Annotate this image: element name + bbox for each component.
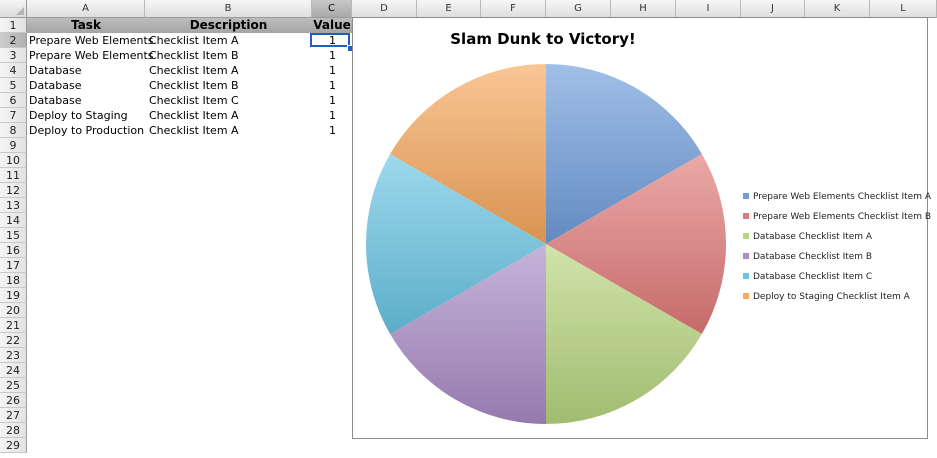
row-header-28[interactable]: 28: [0, 423, 27, 438]
chart-legend[interactable]: Prepare Web Elements Checklist Item A Pre…: [743, 187, 931, 307]
task-cell[interactable]: Prepare Web Elements: [29, 48, 154, 63]
legend-item[interactable]: Prepare Web Elements Checklist Item A: [743, 187, 931, 207]
legend-key-4: [743, 252, 749, 259]
legend-key-5: [743, 272, 749, 279]
row-header-4[interactable]: 4: [0, 63, 27, 78]
value-cell[interactable]: 1: [312, 93, 336, 108]
row-header-10[interactable]: 10: [0, 153, 27, 168]
select-all-corner[interactable]: [0, 0, 27, 18]
legend-key-2: [743, 212, 749, 219]
description-cell[interactable]: Checklist Item A: [149, 108, 239, 123]
column-header-f[interactable]: F: [481, 0, 546, 18]
row-header-23[interactable]: 23: [0, 348, 27, 363]
description-cell[interactable]: Checklist Item A: [149, 33, 239, 48]
column-header-i[interactable]: I: [676, 0, 741, 18]
description-cell[interactable]: Checklist Item B: [149, 78, 239, 93]
column-header-h[interactable]: H: [611, 0, 676, 18]
row-header-14[interactable]: 14: [0, 213, 27, 228]
active-cell-c2[interactable]: [310, 33, 350, 47]
row-header-25[interactable]: 25: [0, 378, 27, 393]
task-cell[interactable]: Database: [29, 78, 82, 93]
legend-label: Prepare Web Elements Checklist Item B: [753, 212, 932, 222]
row-header-17[interactable]: 17: [0, 258, 27, 273]
legend-item[interactable]: Database Checklist Item C: [743, 267, 931, 287]
row-header-16[interactable]: 16: [0, 243, 27, 258]
row-header-15[interactable]: 15: [0, 228, 27, 243]
task-cell[interactable]: Database: [29, 63, 82, 78]
value-cell[interactable]: 1: [312, 63, 336, 78]
column-header-j[interactable]: J: [741, 0, 805, 18]
row-header-27[interactable]: 27: [0, 408, 27, 423]
row-header-18[interactable]: 18: [0, 273, 27, 288]
description-cell[interactable]: Checklist Item C: [149, 93, 239, 108]
legend-label: Database Checklist Item A: [753, 232, 873, 242]
row-header-26[interactable]: 26: [0, 393, 27, 408]
legend-item[interactable]: Database Checklist Item B: [743, 247, 931, 267]
header-description[interactable]: Description: [145, 18, 312, 33]
legend-key-6: [743, 292, 749, 299]
row-header-12[interactable]: 12: [0, 183, 27, 198]
row-header-24[interactable]: 24: [0, 363, 27, 378]
value-cell[interactable]: 1: [312, 123, 336, 138]
legend-key-3: [743, 232, 749, 239]
row-header-29[interactable]: 29: [0, 438, 27, 453]
task-cell[interactable]: Deploy to Production: [29, 123, 144, 138]
row-header-8[interactable]: 8: [0, 123, 27, 138]
legend-label: Prepare Web Elements Checklist Item A: [753, 192, 932, 202]
legend-key-1: [743, 192, 749, 199]
value-cell[interactable]: 1: [312, 108, 336, 123]
legend-item[interactable]: Database Checklist Item A: [743, 227, 931, 247]
header-task[interactable]: Task: [27, 18, 145, 33]
row-header-13[interactable]: 13: [0, 198, 27, 213]
task-cell[interactable]: Prepare Web Elements: [29, 33, 154, 48]
row-header-11[interactable]: 11: [0, 168, 27, 183]
legend-item[interactable]: Deploy to Staging Checklist Item A: [743, 287, 931, 307]
pie-chart[interactable]: Slam Dunk to Victory! Prepare Web Elemen…: [352, 17, 931, 439]
task-cell[interactable]: Database: [29, 93, 82, 108]
description-cell[interactable]: Checklist Item B: [149, 48, 239, 63]
column-header-b[interactable]: B: [145, 0, 312, 18]
row-header-20[interactable]: 20: [0, 303, 27, 318]
row-header-19[interactable]: 19: [0, 288, 27, 303]
row-header-6[interactable]: 6: [0, 93, 27, 108]
row-header-3[interactable]: 3: [0, 48, 27, 63]
legend-item[interactable]: Prepare Web Elements Checklist Item B: [743, 207, 931, 227]
column-header-c[interactable]: C: [312, 0, 352, 18]
row-header-9[interactable]: 9: [0, 138, 27, 153]
column-header-k[interactable]: K: [805, 0, 870, 18]
row-header-2[interactable]: 2: [0, 33, 27, 48]
legend-label: Database Checklist Item B: [753, 252, 873, 262]
value-cell[interactable]: 1: [312, 78, 336, 93]
description-cell[interactable]: Checklist Item A: [149, 63, 239, 78]
spreadsheet: ABCDEFGHIJKL 1 2 3 4 5 6 7 8 9 10 11 12 13 14 15 16 17 18…: [0, 0, 937, 458]
legend-label: Deploy to Staging Checklist Item A: [753, 292, 910, 302]
column-header-l[interactable]: L: [870, 0, 937, 18]
column-header-a[interactable]: A: [27, 0, 145, 18]
legend-label: Database Checklist Item C: [753, 272, 873, 282]
column-header-g[interactable]: G: [546, 0, 611, 18]
row-header-22[interactable]: 22: [0, 333, 27, 348]
row-header-5[interactable]: 5: [0, 78, 27, 93]
task-cell[interactable]: Deploy to Staging: [29, 108, 128, 123]
description-cell[interactable]: Checklist Item A: [149, 123, 239, 138]
column-header-e[interactable]: E: [417, 0, 481, 18]
value-cell[interactable]: 1: [312, 48, 336, 63]
header-value[interactable]: Value: [312, 18, 352, 33]
column-header-d[interactable]: D: [352, 0, 417, 18]
row-header-21[interactable]: 21: [0, 318, 27, 333]
row-header-1[interactable]: 1: [0, 18, 27, 33]
row-header-7[interactable]: 7: [0, 108, 27, 123]
